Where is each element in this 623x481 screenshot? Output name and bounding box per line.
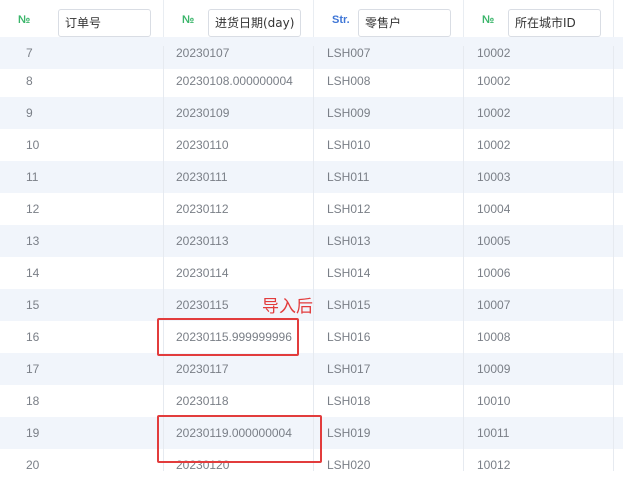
annotation-label: 导入后 bbox=[262, 297, 313, 317]
cell-purchase-date: 20230113 bbox=[176, 234, 229, 248]
cell-retailer: LSH010 bbox=[327, 138, 371, 152]
cell-order-no: 20 bbox=[26, 458, 40, 472]
cell-city-id: 10002 bbox=[477, 106, 511, 120]
number-type-icon: № bbox=[482, 14, 495, 26]
cell-city-id: 10005 bbox=[477, 234, 511, 248]
cell-retailer: LSH013 bbox=[327, 234, 371, 248]
cell-order-no: 14 bbox=[26, 266, 40, 280]
cell-city-id: 10010 bbox=[477, 394, 511, 408]
cell-purchase-date: 20230118 bbox=[176, 394, 229, 408]
cell-retailer: LSH015 bbox=[327, 298, 371, 312]
cell-retailer: LSH012 bbox=[327, 202, 371, 216]
cell-purchase-date: 20230117 bbox=[176, 362, 229, 376]
table-row[interactable]: 18 20230118 LSH018 10010 bbox=[0, 385, 623, 417]
cell-order-no: 17 bbox=[26, 362, 40, 376]
cell-order-no: 10 bbox=[26, 138, 40, 152]
cell-purchase-date: 20230112 bbox=[176, 202, 229, 216]
cell-retailer: LSH009 bbox=[327, 106, 371, 120]
cell-retailer: LSH017 bbox=[327, 362, 371, 376]
column-divider bbox=[163, 46, 164, 471]
number-type-icon: № bbox=[182, 14, 195, 26]
cell-order-no: 15 bbox=[26, 298, 40, 312]
column-name-input[interactable]: 零售户 bbox=[358, 9, 451, 37]
cell-purchase-date: 20230114 bbox=[176, 266, 229, 280]
table-row[interactable]: 10 20230110 LSH010 10002 bbox=[0, 129, 623, 161]
cell-city-id: 10008 bbox=[477, 330, 511, 344]
cell-retailer: LSH019 bbox=[327, 426, 371, 440]
column-divider bbox=[463, 46, 464, 471]
string-type-icon: Str. bbox=[332, 14, 350, 26]
cell-order-no: 11 bbox=[26, 170, 39, 184]
column-name-input[interactable]: 所在城市ID bbox=[508, 9, 601, 37]
cell-order-no: 9 bbox=[26, 106, 33, 120]
cell-city-id: 10012 bbox=[477, 458, 511, 472]
cell-order-no: 8 bbox=[26, 74, 33, 88]
table-row[interactable]: 13 20230113 LSH013 10005 bbox=[0, 225, 623, 257]
cell-city-id: 10002 bbox=[477, 138, 511, 152]
cell-retailer: LSH014 bbox=[327, 266, 371, 280]
highlight-box bbox=[157, 318, 299, 356]
cell-city-id: 10007 bbox=[477, 298, 511, 312]
table-row[interactable]: 11 20230111 LSH011 10003 bbox=[0, 161, 623, 193]
table-row[interactable]: 8 20230108.000000004 LSH008 10002 bbox=[0, 65, 623, 97]
cell-city-id: 10003 bbox=[477, 170, 511, 184]
cell-retailer: LSH020 bbox=[327, 458, 371, 472]
column-divider bbox=[313, 46, 314, 471]
table-row[interactable]: 9 20230109 LSH009 10002 bbox=[0, 97, 623, 129]
cell-purchase-date: 20230111 bbox=[176, 170, 228, 184]
cell-city-id: 10009 bbox=[477, 362, 511, 376]
column-name-input[interactable]: 订单号 bbox=[58, 9, 151, 37]
table-row[interactable]: 14 20230114 LSH014 10006 bbox=[0, 257, 623, 289]
table-row[interactable]: 17 20230117 LSH017 10009 bbox=[0, 353, 623, 385]
cell-purchase-date: 20230109 bbox=[176, 106, 230, 120]
cell-order-no: 13 bbox=[26, 234, 40, 248]
table-row[interactable]: 16 20230115.999999996 LSH016 10008 bbox=[0, 321, 623, 353]
cell-purchase-date: 20230115 bbox=[176, 298, 229, 312]
number-type-icon: № bbox=[18, 14, 31, 26]
column-name-input[interactable]: 进货日期(day) bbox=[208, 9, 301, 37]
cell-order-no: 16 bbox=[26, 330, 40, 344]
table-row[interactable]: 12 20230112 LSH012 10004 bbox=[0, 193, 623, 225]
column-divider bbox=[613, 46, 614, 471]
cell-order-no: 18 bbox=[26, 394, 40, 408]
cell-city-id: 10011 bbox=[477, 426, 510, 440]
cell-retailer: LSH011 bbox=[327, 170, 370, 184]
cell-retailer: LSH008 bbox=[327, 74, 371, 88]
cell-city-id: 10004 bbox=[477, 202, 511, 216]
cell-purchase-date: 20230110 bbox=[176, 138, 229, 152]
cell-city-id: 10006 bbox=[477, 266, 511, 280]
cell-city-id: 10002 bbox=[477, 74, 511, 88]
cell-order-no: 12 bbox=[26, 202, 40, 216]
cell-retailer: LSH016 bbox=[327, 330, 371, 344]
cell-order-no: 19 bbox=[26, 426, 40, 440]
cell-purchase-date: 20230108.000000004 bbox=[176, 74, 293, 88]
cell-retailer: LSH018 bbox=[327, 394, 371, 408]
highlight-box bbox=[157, 415, 322, 463]
